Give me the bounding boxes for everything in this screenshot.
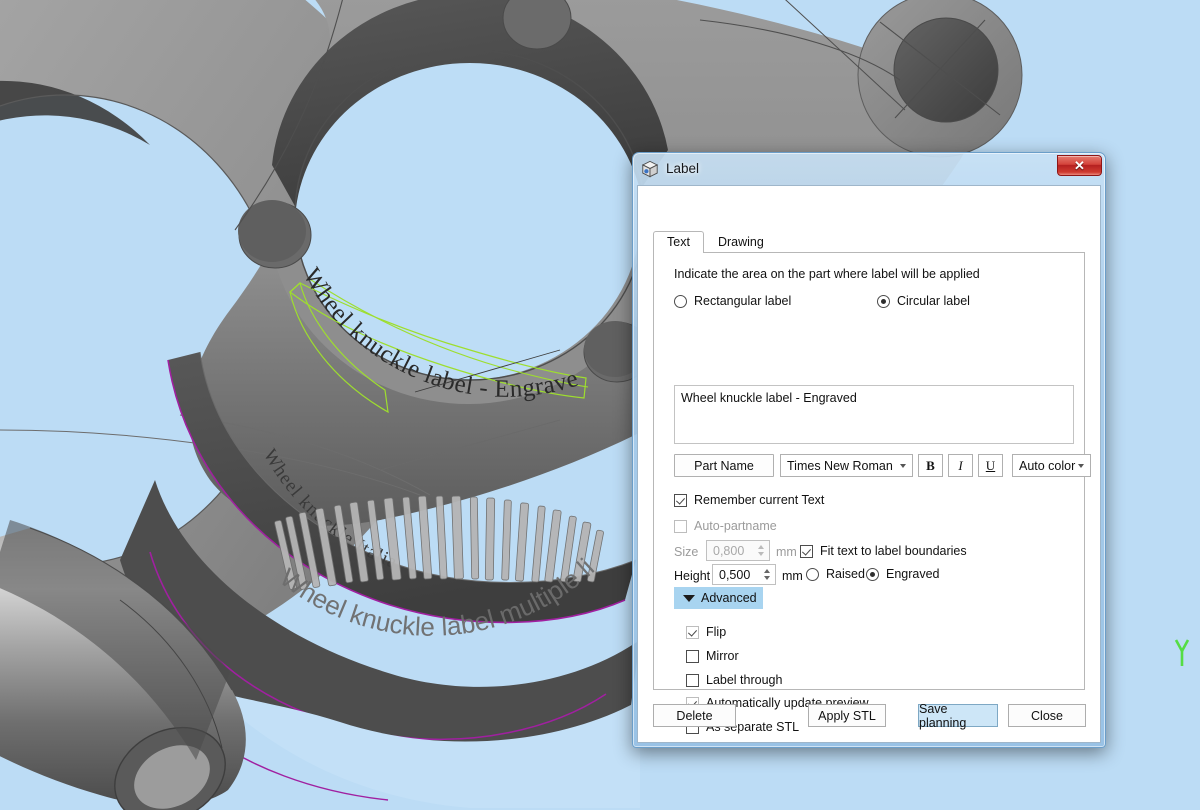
mirror-label: Mirror (706, 649, 739, 663)
tab-text[interactable]: Text (653, 231, 704, 253)
circular-radio-icon[interactable] (877, 294, 890, 308)
size-label: Size (674, 545, 699, 559)
fit-text-checkbox[interactable] (800, 544, 813, 558)
label-through-label: Label through (706, 673, 783, 687)
fit-text-checkbox-row[interactable]: Fit text to label boundaries (800, 544, 967, 558)
dialog-title: Label (666, 161, 700, 176)
delete-button[interactable]: Delete (653, 704, 736, 727)
auto-partname-label: Auto-partname (694, 519, 777, 533)
advanced-label: Advanced (701, 591, 757, 605)
triangle-down-icon (683, 594, 695, 602)
apply-stl-button[interactable]: Apply STL (808, 704, 886, 727)
axis-gizmo-y (1174, 639, 1190, 666)
label-through-checkbox-row[interactable]: Label through (686, 673, 782, 687)
advanced-toggle-button[interactable]: Advanced (674, 587, 763, 609)
tab-panel-text: Indicate the area on the part where labe… (653, 252, 1091, 734)
size-unit: mm (776, 545, 797, 559)
mirror-checkbox-row[interactable]: Mirror (686, 649, 739, 663)
flip-label: Flip (706, 625, 727, 639)
remember-text-label: Remember current Text (694, 493, 825, 507)
mirror-checkbox[interactable] (686, 649, 699, 663)
dialog-client-area: Text Drawing Indicate the area on the pa… (637, 185, 1101, 743)
label-through-checkbox[interactable] (686, 673, 699, 687)
close-button[interactable]: ✕ (1057, 155, 1102, 176)
radio-raised[interactable]: Raised (806, 567, 865, 581)
underline-button[interactable]: U (978, 454, 1003, 477)
close-dialog-button[interactable]: Close (1008, 704, 1086, 727)
engraved-radio-icon[interactable] (866, 567, 879, 581)
height-stepper[interactable]: 0,500 (712, 564, 776, 585)
raised-label: Raised (826, 567, 865, 581)
part-name-button[interactable]: Part Name (674, 454, 774, 477)
close-icon: ✕ (1074, 158, 1085, 173)
auto-color-value: Auto color (1019, 458, 1076, 473)
chevron-down-icon (900, 463, 906, 468)
raised-radio-icon[interactable] (806, 567, 819, 581)
height-value: 0,500 (719, 567, 751, 582)
chevron-down-icon (1078, 463, 1084, 468)
instruction-text: Indicate the area on the part where labe… (674, 267, 980, 281)
engraved-label: Engraved (886, 567, 940, 581)
radio-engraved[interactable]: Engraved (866, 567, 940, 581)
rectangular-label-text: Rectangular label (694, 294, 792, 308)
auto-partname-checkbox-row: Auto-partname (674, 519, 777, 533)
flip-checkbox (686, 625, 699, 639)
height-stepper-arrows[interactable] (761, 565, 772, 584)
italic-button[interactable]: I (948, 454, 973, 477)
radio-rectangular-label[interactable]: Rectangular label (674, 294, 791, 308)
rectangular-radio-icon[interactable] (674, 294, 687, 308)
size-stepper-arrows (755, 541, 766, 560)
height-label: Height (674, 569, 711, 583)
remember-text-checkbox[interactable] (674, 493, 687, 507)
save-planning-button[interactable]: Save planning (918, 702, 998, 730)
radio-circular-label[interactable]: Circular label (877, 294, 970, 308)
tabstrip: Text Drawing (653, 231, 1085, 253)
app-root: Wheel knuckle label - Engraved Wheel knu… (0, 0, 1200, 810)
height-unit: mm (782, 569, 803, 583)
label-text-input[interactable] (674, 385, 1074, 444)
font-family-value: Times New Roman (787, 458, 893, 473)
box-3d-icon (641, 160, 659, 177)
font-family-select[interactable]: Times New Roman (780, 454, 913, 477)
dialog-titlebar[interactable]: Label (632, 152, 1106, 185)
size-value: 0,800 (713, 543, 745, 558)
remember-text-checkbox-row[interactable]: Remember current Text (674, 493, 824, 507)
fit-text-label: Fit text to label boundaries (820, 544, 967, 558)
tab-drawing[interactable]: Drawing (704, 231, 778, 253)
circular-label-text: Circular label (897, 294, 970, 308)
bold-button[interactable]: B (918, 454, 943, 477)
label-dialog: Label ✕ Text Drawing Indicate the area o… (632, 152, 1106, 748)
auto-color-select[interactable]: Auto color (1012, 454, 1091, 477)
auto-partname-checkbox (674, 519, 687, 533)
flip-checkbox-row: Flip (686, 625, 726, 639)
size-stepper: 0,800 (706, 540, 770, 561)
